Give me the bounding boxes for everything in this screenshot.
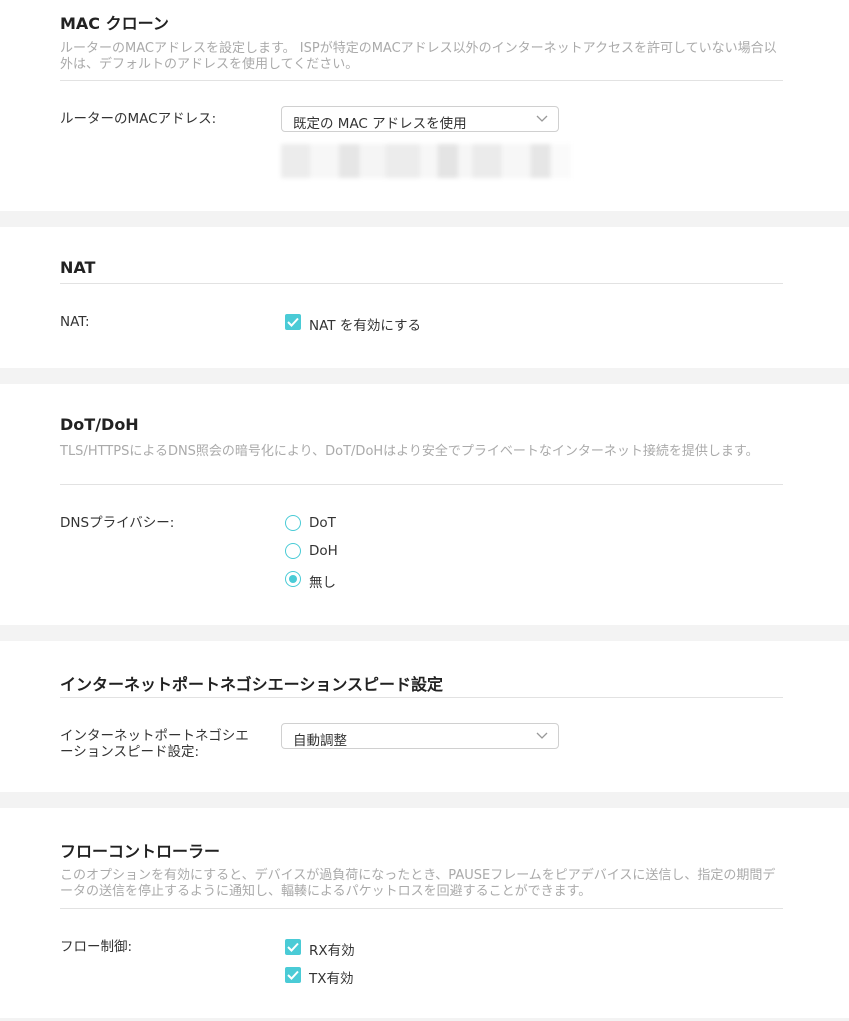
mac-clone-divider bbox=[60, 80, 783, 81]
port-speed-label: インターネットポートネゴシエーションスピード設定: bbox=[60, 728, 249, 760]
mac-clone-title: MAC クローン bbox=[60, 14, 169, 33]
nat-enable-label[interactable]: NAT を有効にする bbox=[309, 314, 421, 334]
router-mac-select[interactable]: 既定の MAC アドレスを使用 bbox=[281, 106, 559, 132]
checkmark-icon bbox=[287, 942, 299, 952]
radio-dot-label[interactable]: DoT bbox=[309, 515, 336, 531]
flow-control-label: フロー制御: bbox=[60, 939, 133, 955]
nat-divider bbox=[60, 283, 783, 284]
dot-doh-description: TLS/HTTPSによるDNS照会の暗号化により、DoT/DoHはより安全でプラ… bbox=[60, 444, 759, 459]
dot-doh-title: DoT/DoH bbox=[60, 415, 139, 434]
mac-clone-section: MAC クローン ルーターのMACアドレスを設定します。 ISPが特定のMACア… bbox=[0, 0, 849, 211]
flow-control-section: フローコントローラー このオプションを有効にすると、デバイスが過負荷になったとき… bbox=[0, 808, 849, 1018]
rx-enable-checkbox[interactable] bbox=[285, 939, 301, 955]
nat-section: NAT NAT: NAT を有効にする bbox=[0, 227, 849, 368]
radio-none[interactable] bbox=[285, 571, 301, 587]
nat-enable-checkbox[interactable] bbox=[285, 314, 301, 330]
radio-selected-dot bbox=[289, 575, 297, 583]
flow-control-title: フローコントローラー bbox=[60, 842, 221, 861]
port-speed-select-value: 自動調整 bbox=[293, 733, 347, 749]
radio-doh-label[interactable]: DoH bbox=[309, 543, 338, 559]
tx-enable-label[interactable]: TX有効 bbox=[309, 967, 354, 987]
router-mac-select-value: 既定の MAC アドレスを使用 bbox=[293, 116, 467, 132]
port-speed-section: インターネットポートネゴシエーションスピード設定 インターネットポートネゴシエー… bbox=[0, 641, 849, 792]
dot-doh-section: DoT/DoH TLS/HTTPSによるDNS照会の暗号化により、DoT/DoH… bbox=[0, 384, 849, 625]
nat-title: NAT bbox=[60, 258, 96, 277]
rx-enable-label[interactable]: RX有効 bbox=[309, 939, 355, 959]
radio-none-label[interactable]: 無し bbox=[309, 571, 336, 591]
dot-doh-divider bbox=[60, 484, 783, 485]
flow-control-description: このオプションを有効にすると、デバイスが過負荷になったとき、PAUSEフレームを… bbox=[60, 868, 776, 899]
radio-dot[interactable] bbox=[285, 515, 301, 531]
port-speed-select[interactable]: 自動調整 bbox=[281, 723, 559, 749]
checkmark-icon bbox=[287, 970, 299, 980]
port-speed-title: インターネットポートネゴシエーションスピード設定 bbox=[60, 675, 444, 694]
tx-enable-checkbox[interactable] bbox=[285, 967, 301, 983]
dns-privacy-label: DNSプライバシー: bbox=[60, 515, 175, 531]
nat-label: NAT: bbox=[60, 314, 90, 330]
chevron-down-icon bbox=[536, 115, 548, 122]
mac-address-redacted bbox=[281, 144, 571, 178]
mac-clone-description: ルーターのMACアドレスを設定します。 ISPが特定のMACアドレス以外のインタ… bbox=[60, 41, 777, 72]
router-mac-label: ルーターのMACアドレス: bbox=[60, 111, 217, 127]
port-speed-divider bbox=[60, 697, 783, 698]
checkmark-icon bbox=[287, 317, 299, 327]
flow-control-divider bbox=[60, 908, 783, 909]
radio-doh[interactable] bbox=[285, 543, 301, 559]
chevron-down-icon bbox=[536, 732, 548, 739]
